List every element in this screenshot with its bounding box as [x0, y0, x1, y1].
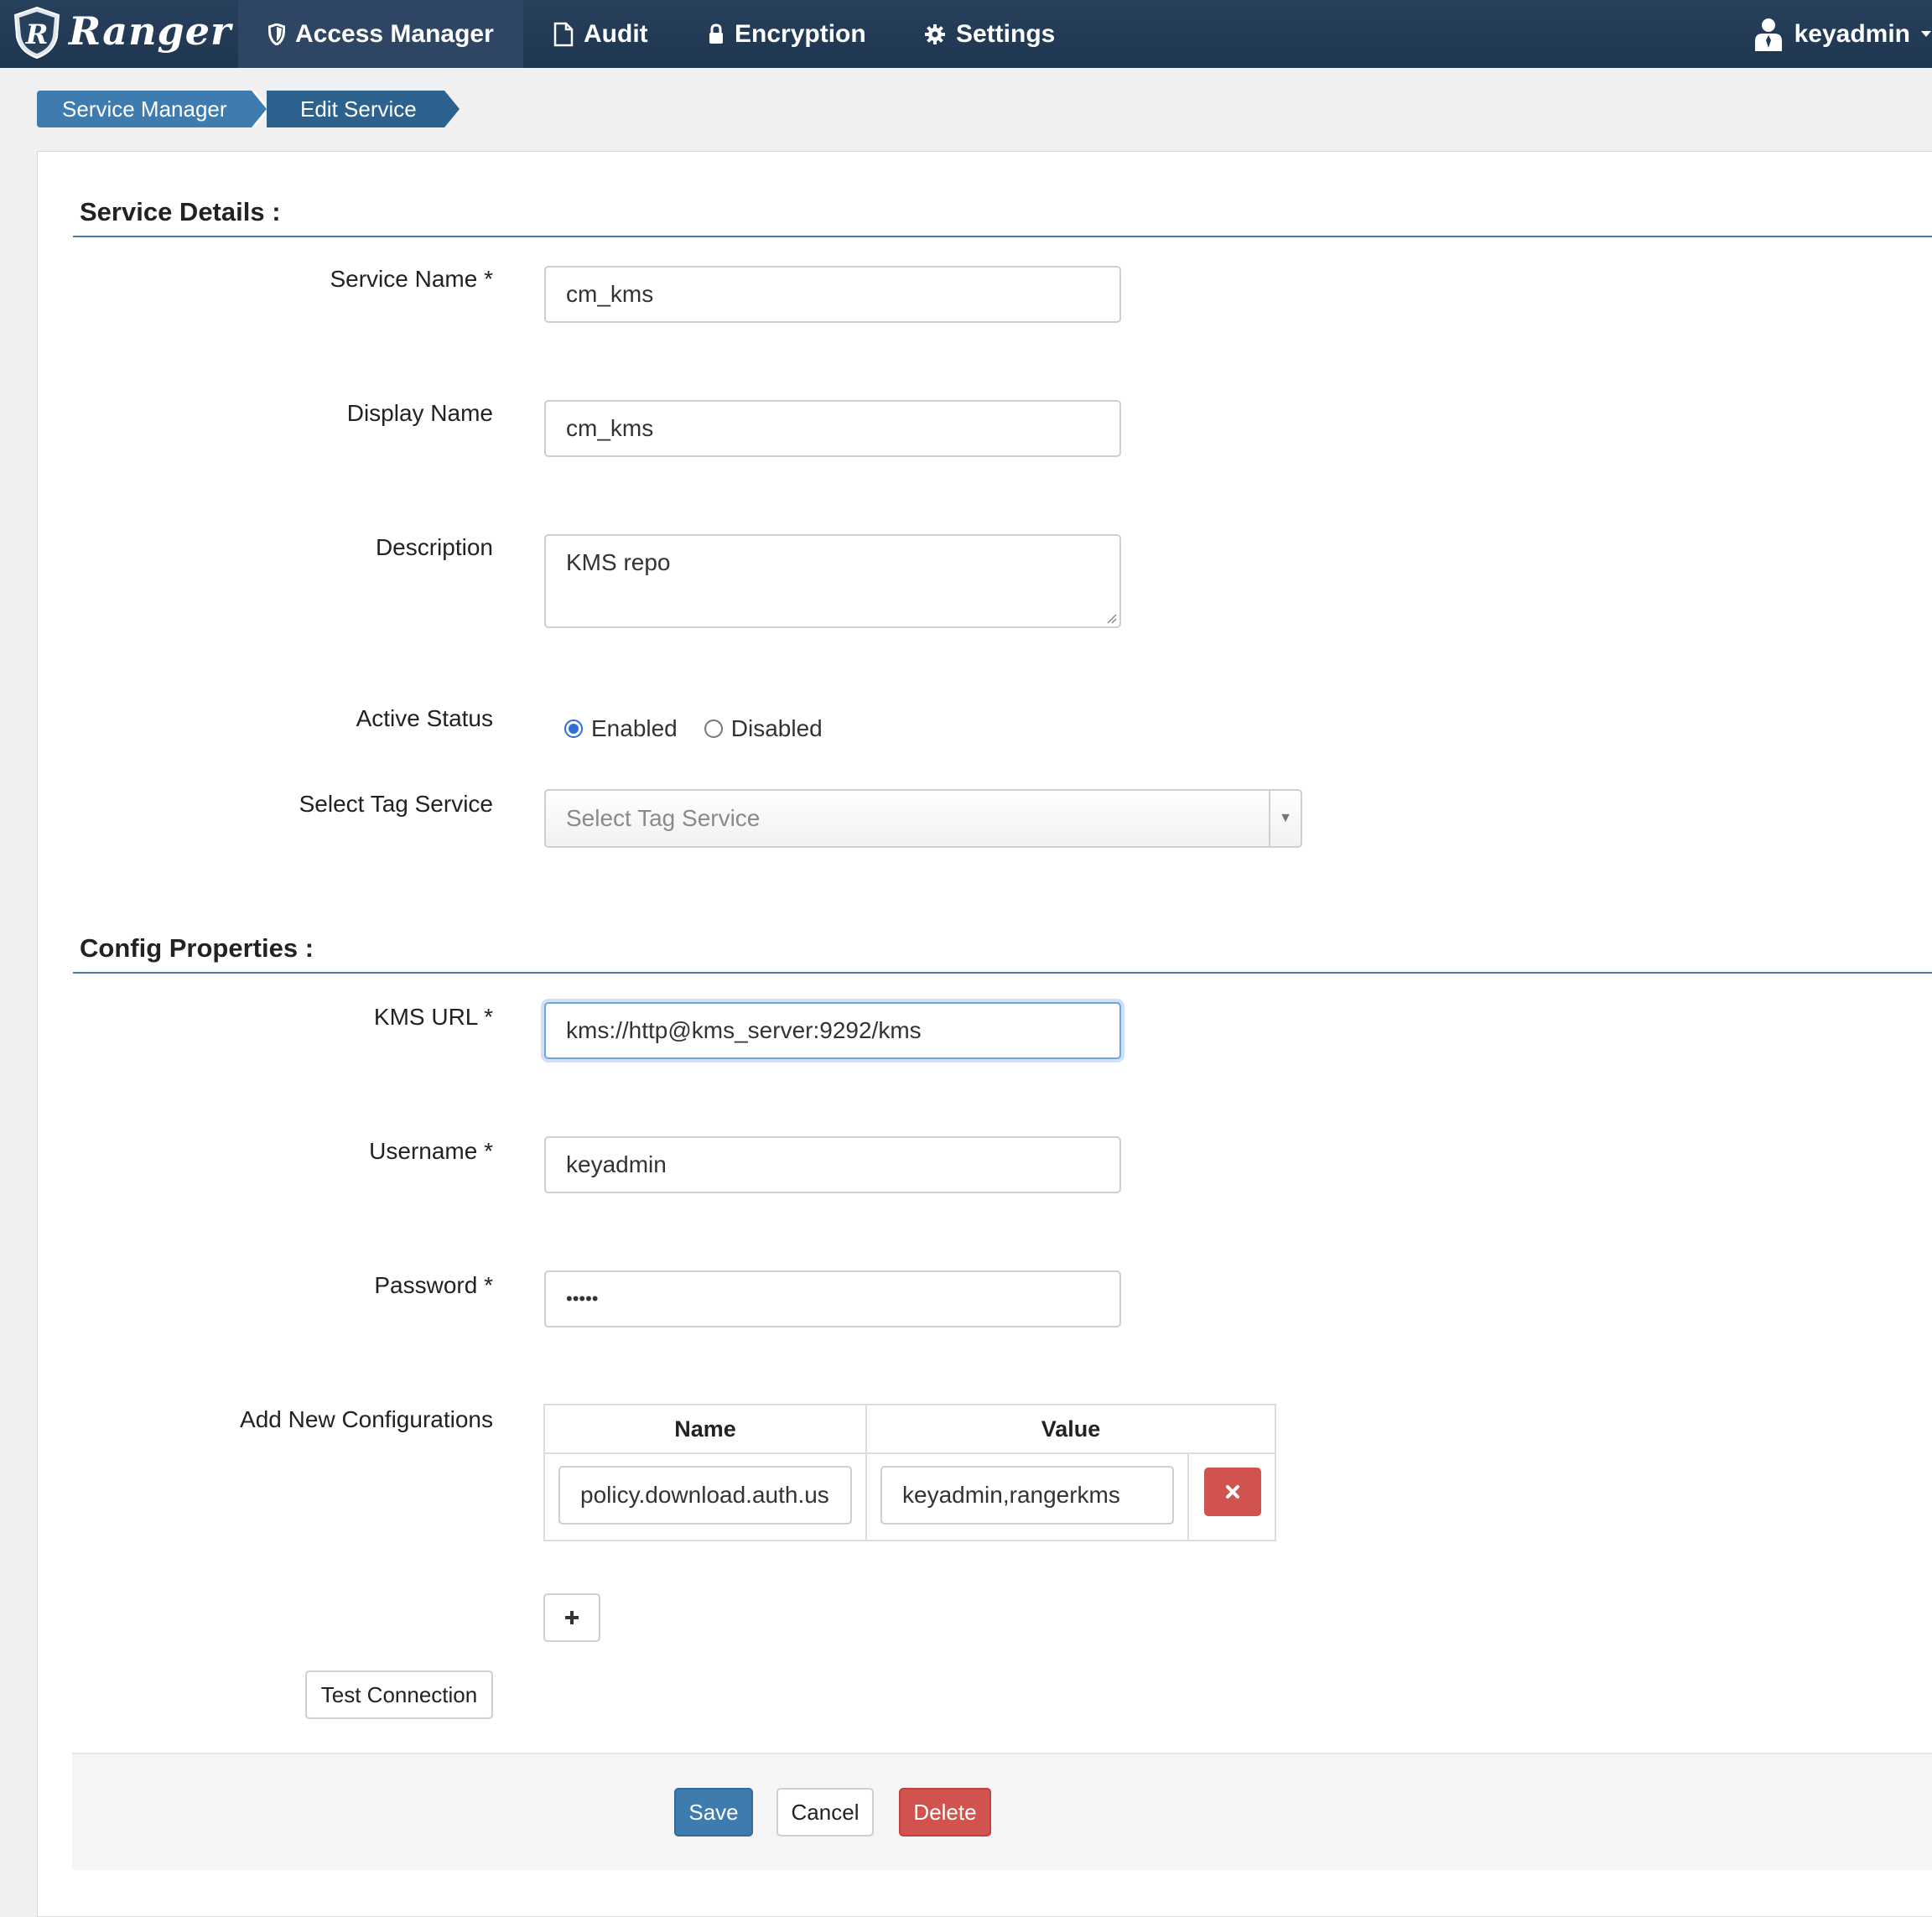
add-configs-label: Add New Configurations	[240, 1406, 493, 1432]
display-name-label: Display Name	[346, 400, 493, 426]
user-menu[interactable]: keyadmin	[1754, 0, 1932, 68]
caret-down-icon	[1921, 30, 1931, 37]
nav-access-manager[interactable]: Access Manager	[238, 0, 523, 68]
config-name-input[interactable]: policy.download.auth.us	[558, 1466, 852, 1525]
svg-text:R: R	[25, 18, 49, 50]
section-divider	[73, 972, 1932, 974]
column-divider	[1187, 1452, 1189, 1540]
brand-name: Ranger	[69, 8, 232, 54]
kms-url-input[interactable]: kms://http@kms_server:9292/kms	[544, 1002, 1121, 1059]
config-table: Name Value policy.download.auth.us keyad…	[543, 1404, 1276, 1541]
active-status-label: Active Status	[356, 705, 493, 731]
plus-icon	[565, 1611, 579, 1624]
form-actions: Save Cancel Delete	[72, 1753, 1932, 1870]
breadcrumb-edit-service-label: Edit Service	[300, 96, 417, 122]
password-label: Password *	[374, 1272, 493, 1298]
lock-icon	[709, 23, 723, 44]
delete-button[interactable]: Delete	[899, 1788, 991, 1836]
service-name-input[interactable]: cm_kms	[544, 266, 1121, 323]
test-connection-button[interactable]: Test Connection	[305, 1670, 493, 1719]
disabled-radio[interactable]	[704, 720, 723, 738]
description-label: Description	[375, 534, 493, 560]
nav-settings-label: Settings	[956, 19, 1056, 48]
breadcrumb-edit-service[interactable]: Edit Service	[267, 91, 444, 127]
add-config-button[interactable]	[543, 1593, 600, 1642]
tag-service-placeholder: Select Tag Service	[566, 805, 761, 831]
description-textarea[interactable]: KMS repo	[544, 534, 1121, 628]
disabled-radio-label[interactable]: Disabled	[731, 715, 823, 742]
breadcrumb-service-manager[interactable]: Service Manager	[37, 91, 252, 127]
top-navbar: R Ranger Access Manager Audit Encryption	[0, 0, 1932, 68]
section-divider	[73, 236, 1932, 237]
service-name-label: Service Name *	[330, 266, 493, 292]
tag-service-select[interactable]: Select Tag Service ▼	[544, 789, 1302, 848]
column-divider	[865, 1405, 867, 1540]
resize-handle-icon[interactable]	[1105, 612, 1117, 624]
service-details-title: Service Details :	[80, 197, 281, 226]
cancel-button[interactable]: Cancel	[776, 1788, 874, 1836]
nav-settings[interactable]: Settings	[924, 0, 1055, 68]
username-input[interactable]: keyadmin	[544, 1136, 1121, 1193]
dropdown-arrow-icon[interactable]: ▼	[1269, 791, 1301, 846]
config-header-name: Name	[674, 1416, 736, 1442]
enabled-radio-label[interactable]: Enabled	[591, 715, 678, 742]
user-icon	[1754, 18, 1782, 51]
save-button[interactable]: Save	[674, 1788, 753, 1836]
password-input[interactable]: •••••	[544, 1270, 1121, 1327]
config-table-header: Name Value	[545, 1405, 1275, 1454]
active-status-radio-group: Enabled Disabled	[564, 715, 823, 742]
ranger-logo-icon: R	[13, 6, 60, 60]
enabled-radio[interactable]	[564, 720, 583, 738]
nav-audit[interactable]: Audit	[553, 0, 648, 68]
tag-service-label: Select Tag Service	[299, 791, 493, 817]
display-name-input[interactable]: cm_kms	[544, 400, 1121, 457]
remove-config-button[interactable]	[1204, 1468, 1261, 1516]
config-header-value: Value	[1041, 1416, 1101, 1442]
kms-url-label: KMS URL *	[373, 1004, 493, 1030]
nav-access-manager-label: Access Manager	[295, 19, 494, 48]
breadcrumb-end-arrow	[444, 91, 460, 127]
file-icon	[553, 22, 574, 46]
shield-icon	[268, 23, 285, 45]
nav-encryption[interactable]: Encryption	[708, 0, 866, 68]
gear-icon	[925, 23, 945, 44]
edit-service-panel: Service Details : Service Name * cm_kms …	[37, 151, 1932, 1917]
nav-encryption-label: Encryption	[735, 19, 866, 48]
close-icon	[1226, 1485, 1239, 1499]
nav-audit-label: Audit	[584, 19, 648, 48]
config-properties-title: Config Properties :	[80, 933, 314, 963]
breadcrumb-service-manager-label: Service Manager	[62, 96, 227, 122]
description-text: KMS repo	[566, 549, 671, 575]
brand[interactable]: R Ranger	[0, 0, 238, 68]
username-label: Username *	[369, 1138, 493, 1164]
config-value-input[interactable]: keyadmin,rangerkms	[880, 1466, 1174, 1525]
user-name: keyadmin	[1794, 19, 1910, 48]
